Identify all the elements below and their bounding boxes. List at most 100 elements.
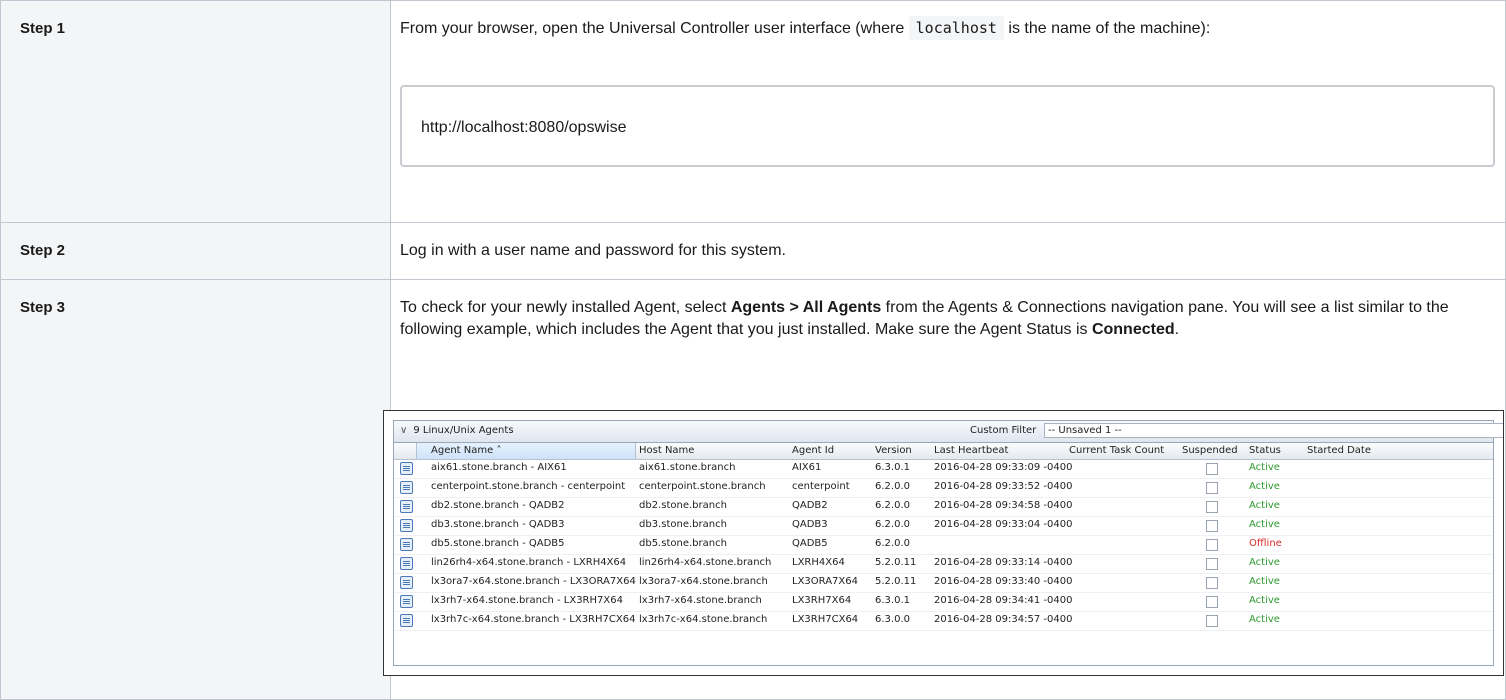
cell-heartbeat: 2016-04-28 09:33:40 -0400	[934, 576, 1073, 587]
cell-host: lin26rh4-x64.stone.branch	[639, 557, 772, 568]
cell-version: 6.2.0.0	[875, 519, 910, 530]
table-row[interactable]: lx3rh7c-x64.stone.branch - LX3RH7CX64 lx3…	[394, 612, 1493, 631]
cell-version: 5.2.0.11	[875, 557, 917, 568]
cell-heartbeat: 2016-04-28 09:33:52 -0400	[934, 481, 1073, 492]
step-label: Step 1	[20, 20, 66, 37]
step-label-cell: Step 1	[0, 0, 391, 223]
step-row-2: Step 2 Log in with a user name and passw…	[0, 222, 1506, 280]
cell-host: lx3ora7-x64.stone.branch	[639, 576, 768, 587]
panel-title[interactable]: ∨ 9 Linux/Unix Agents	[400, 425, 514, 436]
column-header[interactable]: Agent Name ˄	[431, 445, 501, 456]
suspended-checkbox[interactable]	[1206, 558, 1218, 570]
suspended-checkbox[interactable]	[1206, 463, 1218, 475]
cell-id: LX3RH7X64	[792, 595, 852, 606]
cell-name: lx3rh7c-x64.stone.branch - LX3RH7CX64	[431, 614, 636, 625]
cell-host: aix61.stone.branch	[639, 462, 736, 473]
column-header[interactable]: Started Date	[1307, 445, 1371, 456]
status-text: Active	[1249, 481, 1280, 492]
suspended-checkbox[interactable]	[1206, 482, 1218, 494]
status-text: Active	[1249, 614, 1280, 625]
cell-host: lx3rh7c-x64.stone.branch	[639, 614, 768, 625]
cell-host: centerpoint.stone.branch	[639, 481, 766, 492]
table-row[interactable]: lx3rh7-x64.stone.branch - LX3RH7X64 lx3rh…	[394, 593, 1493, 612]
agent-record-icon[interactable]	[400, 481, 413, 494]
inline-code: localhost	[908, 16, 1004, 40]
column-header[interactable]: Status	[1249, 445, 1281, 456]
cell-version: 6.3.0.1	[875, 462, 910, 473]
cell-version: 6.3.0.0	[875, 614, 910, 625]
agent-record-icon[interactable]	[400, 614, 413, 627]
agents-table-body: aix61.stone.branch - AIX61 aix61.stone.br…	[394, 460, 1493, 631]
cell-id: LX3ORA7X64	[792, 576, 858, 587]
suspended-checkbox[interactable]	[1206, 539, 1218, 551]
status-text: Active	[1249, 595, 1280, 606]
url-text: http://localhost:8080/opswise	[421, 119, 627, 136]
document: Step 1 From your browser, open the Unive…	[0, 0, 1506, 700]
step-row-1: Step 1 From your browser, open the Unive…	[0, 0, 1506, 223]
cell-id: QADB2	[792, 500, 828, 511]
cell-name: lx3ora7-x64.stone.branch - LX3ORA7X64	[431, 576, 636, 587]
suspended-checkbox[interactable]	[1206, 577, 1218, 589]
cell-heartbeat: 2016-04-28 09:33:04 -0400	[934, 519, 1073, 530]
cell-id: centerpoint	[792, 481, 850, 492]
table-row[interactable]: db2.stone.branch - QADB2 db2.stone.branch…	[394, 498, 1493, 517]
suspended-checkbox[interactable]	[1206, 615, 1218, 627]
agent-record-icon[interactable]	[400, 500, 413, 513]
agent-record-icon[interactable]	[400, 595, 413, 608]
sort-ascending-icon[interactable]: ˄	[496, 445, 501, 456]
step-label: Step 3	[20, 299, 66, 316]
status-text: Offline	[1249, 538, 1282, 549]
cell-version: 5.2.0.11	[875, 576, 917, 587]
cell-id: LXRH4X64	[792, 557, 845, 568]
table-row[interactable]: lin26rh4-x64.stone.branch - LXRH4X64 lin2…	[394, 555, 1493, 574]
suspended-checkbox[interactable]	[1206, 501, 1218, 513]
cell-id: LX3RH7CX64	[792, 614, 859, 625]
agent-record-icon[interactable]	[400, 557, 413, 570]
table-row[interactable]: centerpoint.stone.branch - centerpoint ce…	[394, 479, 1493, 498]
status-text: Active	[1249, 576, 1280, 587]
cell-heartbeat: 2016-04-28 09:33:09 -0400	[934, 462, 1073, 473]
suspended-checkbox[interactable]	[1206, 520, 1218, 532]
step-content: From your browser, open the Universal Co…	[390, 0, 1506, 223]
cell-heartbeat: 2016-04-28 09:33:14 -0400	[934, 557, 1073, 568]
suspended-checkbox[interactable]	[1206, 596, 1218, 608]
chevron-down-icon[interactable]: ∨	[400, 425, 407, 436]
step-label-cell: Step 2	[0, 222, 391, 280]
step-instruction: From your browser, open the Universal Co…	[400, 1, 1505, 40]
url-code-block: http://localhost:8080/opswise	[400, 85, 1495, 167]
agents-panel: ∨ 9 Linux/Unix Agents Custom Filter -- Un…	[393, 420, 1503, 666]
column-header[interactable]: Host Name	[639, 445, 694, 456]
cell-version: 6.3.0.1	[875, 595, 910, 606]
cell-name: aix61.stone.branch - AIX61	[431, 462, 567, 473]
step-content: Log in with a user name and password for…	[390, 222, 1506, 280]
agent-record-icon[interactable]	[400, 538, 413, 551]
custom-filter-select[interactable]: -- Unsaved 1 --∨	[1044, 423, 1503, 438]
panel-toolbar: ∨ 9 Linux/Unix Agents Custom Filter -- Un…	[394, 421, 1503, 443]
table-row[interactable]: lx3ora7-x64.stone.branch - LX3ORA7X64 lx3…	[394, 574, 1493, 593]
step-label: Step 2	[20, 242, 66, 259]
cell-name: lx3rh7-x64.stone.branch - LX3RH7X64	[431, 595, 623, 606]
agents-screenshot: ∨ 9 Linux/Unix Agents Custom Filter -- Un…	[383, 410, 1504, 676]
status-text: Active	[1249, 519, 1280, 530]
cell-version: 6.2.0.0	[875, 500, 910, 511]
cell-heartbeat: 2016-04-28 09:34:58 -0400	[934, 500, 1073, 511]
cell-heartbeat: 2016-04-28 09:34:57 -0400	[934, 614, 1073, 625]
agent-record-icon[interactable]	[400, 519, 413, 532]
table-row[interactable]: aix61.stone.branch - AIX61 aix61.stone.br…	[394, 460, 1493, 479]
agent-record-icon[interactable]	[400, 462, 413, 475]
cell-host: db3.stone.branch	[639, 519, 727, 530]
agent-record-icon[interactable]	[400, 576, 413, 589]
table-row[interactable]: db3.stone.branch - QADB3 db3.stone.branch…	[394, 517, 1493, 536]
custom-filter-label: Custom Filter	[970, 425, 1037, 436]
cell-heartbeat: 2016-04-28 09:34:41 -0400	[934, 595, 1073, 606]
column-header[interactable]: Last Heartbeat	[934, 445, 1008, 456]
cell-id: AIX61	[792, 462, 822, 473]
column-header[interactable]: Current Task Count	[1069, 445, 1164, 456]
column-header[interactable]: Version	[875, 445, 912, 456]
column-header[interactable]: Suspended	[1182, 445, 1238, 456]
cell-name: db2.stone.branch - QADB2	[431, 500, 565, 511]
table-row[interactable]: db5.stone.branch - QADB5 db5.stone.branch…	[394, 536, 1493, 555]
status-text: Active	[1249, 500, 1280, 511]
column-header[interactable]: Agent Id	[792, 445, 834, 456]
cell-name: centerpoint.stone.branch - centerpoint	[431, 481, 626, 492]
